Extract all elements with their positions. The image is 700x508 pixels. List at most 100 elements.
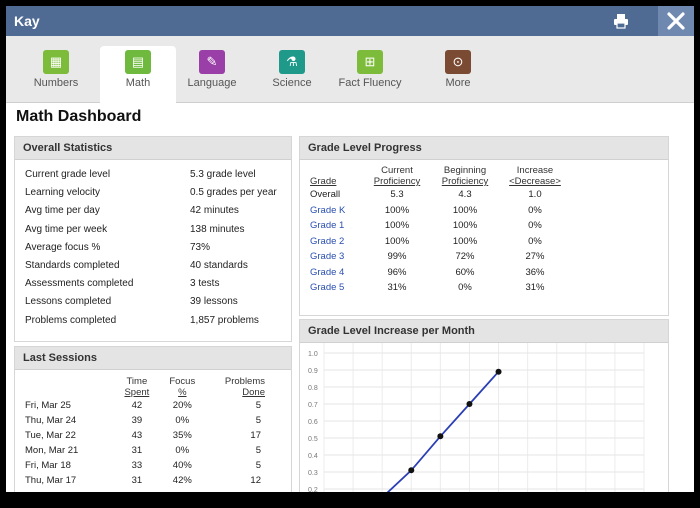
increase-value: 36%: [525, 266, 545, 278]
last-sessions-title: Last Sessions: [15, 347, 291, 370]
science-icon: ⚗: [279, 50, 305, 74]
session-time: 42: [131, 400, 143, 411]
increase-value: 0%: [528, 220, 542, 232]
col-problems-done[interactable]: Problems Done: [208, 376, 275, 398]
col-grade[interactable]: Grade: [310, 165, 364, 187]
subject-nav: ▦ Numbers ▤ Math ✎ Language ⚗ Science ⊞ Fact Flue…: [6, 36, 694, 103]
data-point: [466, 401, 473, 407]
y-tick-label: 0.9: [308, 368, 318, 375]
stat-value: 5.3 grade level: [190, 169, 256, 180]
language-icon: ✎: [199, 50, 225, 74]
grade-link[interactable]: Grade 4: [310, 265, 364, 281]
stat-value: 40 standards: [190, 260, 248, 271]
beginning-proficiency: 4.3: [458, 189, 472, 201]
stat-label: Assessments completed: [25, 278, 134, 290]
session-problems: 17: [250, 430, 261, 441]
grade-link[interactable]: Grade 3: [310, 249, 364, 265]
sessions-header-row: Time Spent Focus % Problems Done: [25, 376, 275, 398]
current-proficiency: 5.3: [390, 189, 404, 201]
stat-label: Problems completed: [25, 314, 117, 326]
grade-link[interactable]: Grade 5: [310, 280, 364, 296]
app-window: Kay ▦ Numbers ▤ Math ✎ Language ⚗ Science ⊞ Fact …: [6, 6, 694, 492]
y-tick-label: 0.8: [308, 385, 318, 392]
grade-link[interactable]: Grade 1: [310, 218, 364, 234]
increase-value: 0%: [528, 235, 542, 247]
stat-label: Current grade level: [25, 169, 111, 180]
y-tick-label: 0.4: [308, 453, 318, 460]
col-current-proficiency[interactable]: Current Proficiency: [364, 165, 430, 187]
col-increase[interactable]: Increase <Decrease>: [500, 165, 570, 187]
session-problems: 12: [250, 475, 261, 486]
session-focus: 0%: [175, 415, 190, 426]
numbers-icon: ▦: [43, 50, 69, 74]
progress-row: Overall 5.3 4.3 1.0: [310, 187, 570, 203]
fact-fluency-icon: ⊞: [357, 50, 383, 74]
tab-math[interactable]: ▤ Math: [100, 46, 176, 103]
beginning-proficiency: 100%: [452, 204, 478, 216]
session-problems: 5: [255, 400, 261, 411]
window-title: Kay: [14, 13, 40, 29]
session-time: 31: [131, 475, 143, 486]
tab-science[interactable]: ⚗ Science: [254, 46, 330, 102]
col-beginning-proficiency[interactable]: Beginning Proficiency: [430, 165, 500, 187]
session-row: Mon, Mar 21 31 0% 5: [25, 443, 275, 458]
tab-label: Numbers: [33, 77, 79, 89]
stat-value: 1,857 problems: [190, 314, 259, 326]
stat-value: 42 minutes: [190, 205, 239, 217]
stat-label: Avg time per day: [25, 205, 100, 217]
data-point: [437, 433, 444, 440]
progress-row: Grade K 100% 100% 0%: [310, 203, 570, 219]
tab-numbers[interactable]: ▦ Numbers: [18, 46, 94, 102]
title-bar: Kay: [6, 6, 694, 36]
tab-language[interactable]: ✎ Language: [174, 46, 250, 102]
tab-label: Math: [125, 77, 151, 89]
current-proficiency: 31%: [387, 282, 407, 294]
progress-row: Grade 5 31% 0% 31%: [310, 280, 570, 296]
session-date: Mon, Mar 21: [25, 445, 79, 456]
session-row: Thu, Mar 17 31 42% 12: [25, 473, 275, 488]
stat-label: Average focus %: [25, 241, 101, 253]
stat-value: 73%: [190, 241, 211, 253]
more-icon: ⊙: [445, 50, 471, 74]
col-time-spent[interactable]: Time Spent: [117, 376, 156, 398]
current-proficiency: 100%: [384, 204, 410, 216]
col-focus[interactable]: Focus %: [156, 376, 208, 398]
stat-label: Learning velocity: [25, 187, 101, 199]
stat-value: 0.5 grades per year: [190, 187, 277, 199]
print-icon[interactable]: [612, 12, 630, 30]
tab-label: Fact Fluency: [338, 77, 402, 89]
close-button[interactable]: [658, 6, 694, 36]
increase-value: 27%: [525, 251, 545, 263]
beginning-proficiency: 72%: [455, 251, 475, 263]
beginning-proficiency: 100%: [452, 220, 478, 232]
session-focus: 20%: [172, 400, 192, 411]
session-date: Fri, Mar 18: [25, 460, 71, 471]
page-title: Math Dashboard: [16, 108, 142, 125]
increase-line-chart: 1.0 0.9 0.8 0.7 0.6 0.5 0.4 0.3 0.2: [308, 343, 645, 492]
progress-row: Grade 4 96% 60% 36%: [310, 265, 570, 281]
last-sessions-panel: Last Sessions Time Spent Focus % Problem…: [14, 346, 292, 492]
tab-more[interactable]: ⊙ More: [420, 46, 496, 102]
tab-fact-fluency[interactable]: ⊞ Fact Fluency: [332, 46, 408, 102]
grade-link[interactable]: Grade 2: [310, 234, 364, 250]
stat-value: 3 tests: [190, 278, 220, 290]
current-proficiency: 100%: [384, 235, 410, 247]
grade-level-progress-title: Grade Level Progress: [300, 137, 668, 160]
progress-table: Grade Current Proficiency Beginning Prof…: [310, 165, 570, 296]
session-date: Tue, Mar 22: [25, 430, 76, 441]
stat-label: Avg time per week: [25, 223, 108, 235]
current-proficiency: 96%: [387, 266, 407, 278]
session-date: Fri, Mar 25: [25, 400, 71, 411]
session-time: 43: [131, 430, 143, 441]
sessions-table: Time Spent Focus % Problems Done Fri, Ma…: [25, 376, 275, 488]
y-tick-label: 0.3: [308, 470, 318, 477]
y-tick-label: 0.2: [308, 487, 318, 492]
increase-value: 0%: [528, 204, 542, 216]
y-tick-label: 0.5: [308, 436, 318, 443]
session-row: Thu, Mar 24 39 0% 5: [25, 413, 275, 428]
y-tick-label: 1.0: [308, 351, 318, 358]
math-icon: ▤: [125, 50, 151, 74]
grade-link[interactable]: Grade K: [310, 203, 364, 219]
close-icon: [667, 12, 685, 30]
beginning-proficiency: 0%: [458, 282, 472, 294]
